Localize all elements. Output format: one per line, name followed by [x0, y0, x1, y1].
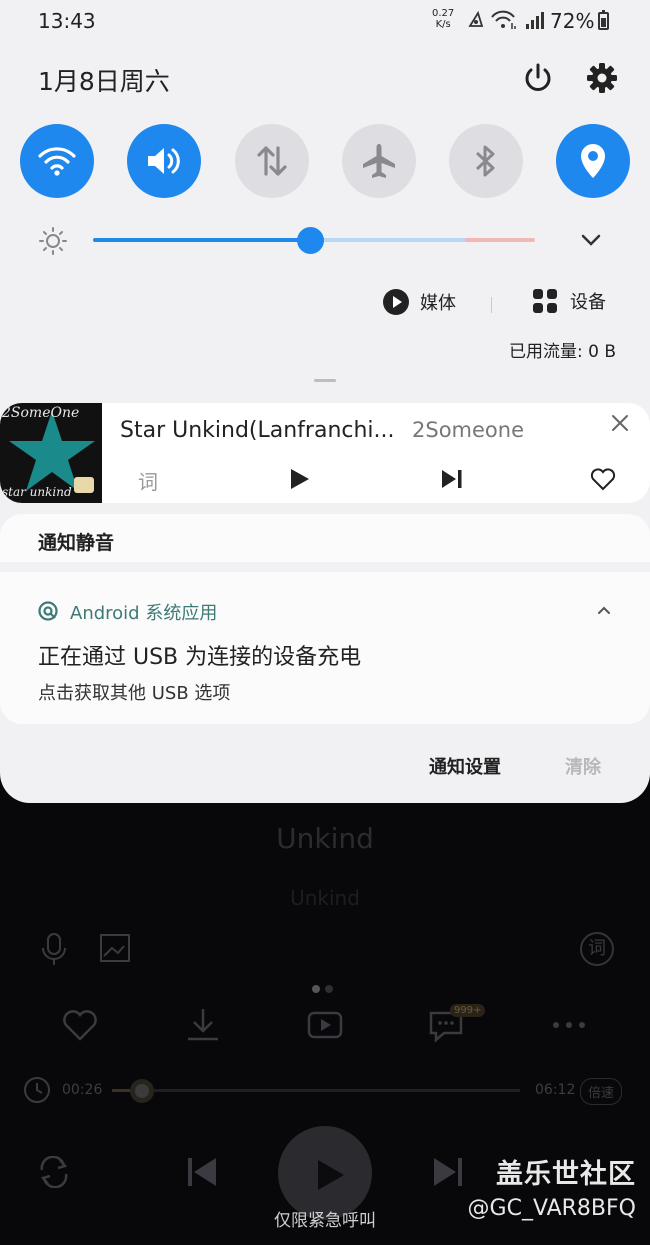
bluetooth-toggle[interactable] — [449, 124, 523, 198]
video-icon[interactable] — [307, 1009, 343, 1041]
devices-grid-icon — [533, 289, 557, 313]
alarm-clock-icon[interactable] — [22, 1074, 52, 1104]
song-title: Star Unkind(Lanfranchi... — [120, 418, 395, 443]
comment-count-badge: 999+ — [450, 1004, 486, 1017]
play-circle-icon — [383, 289, 409, 315]
silent-label: 通知静音 — [38, 532, 115, 554]
gear-icon[interactable] — [586, 62, 618, 94]
watermark-user: @GC_VAR8BFQ — [467, 1196, 636, 1221]
bg-action-row — [0, 1005, 650, 1049]
album-text-top: 2SomeOne — [2, 405, 80, 421]
network-speed: 0.27 K/s — [432, 8, 454, 30]
location-pin-icon — [581, 144, 605, 178]
bg-tool-row: 词 — [0, 930, 650, 970]
bg-lyrics-button[interactable]: 词 — [580, 932, 614, 966]
chevron-down-icon[interactable] — [581, 234, 601, 247]
brightness-high-zone — [465, 238, 535, 242]
brightness-knob[interactable] — [297, 227, 324, 254]
status-time: 13:43 — [38, 9, 96, 33]
airplane-toggle[interactable] — [342, 124, 416, 198]
notification-title: 正在通过 USB 为连接的设备充电 — [38, 645, 362, 670]
more-icon[interactable] — [552, 1021, 586, 1029]
android-system-icon — [38, 601, 58, 621]
notification-subtitle: 点击获取其他 USB 选项 — [38, 683, 231, 704]
album-text-bottom: star unkind — [2, 485, 72, 499]
data-usage-text: 已用流量: 0 B — [508, 342, 616, 362]
lyrics-button[interactable]: 词 — [138, 466, 158, 495]
heart-icon[interactable] — [62, 1009, 98, 1041]
sun-icon — [39, 227, 67, 255]
wifi-status-icon — [491, 10, 516, 29]
devices-label: 设备 — [570, 292, 606, 313]
repeat-icon[interactable] — [36, 1156, 72, 1188]
sound-toggle[interactable] — [127, 124, 201, 198]
airplane-icon — [363, 144, 395, 178]
status-icons — [468, 10, 544, 29]
brightness-row — [0, 222, 650, 258]
usb-notification[interactable]: Android 系统应用 正在通过 USB 为连接的设备充电 点击获取其他 US… — [0, 572, 650, 724]
total-duration: 06:12 — [535, 1082, 576, 1098]
volume-icon — [148, 148, 180, 174]
media-button[interactable]: 媒体 — [382, 288, 456, 316]
favorite-heart-icon[interactable] — [590, 468, 616, 491]
location-toggle[interactable] — [556, 124, 630, 198]
divider — [491, 297, 492, 313]
clear-button[interactable]: 清除 — [565, 753, 601, 779]
cover-image-icon[interactable] — [100, 934, 130, 962]
data-arrows-icon — [257, 146, 287, 176]
watermark-brand: 盖乐世社区 — [496, 1159, 636, 1190]
elapsed-time: 00:26 — [62, 1082, 103, 1098]
network-speed-value: 0.27 — [432, 8, 455, 19]
quick-settings-row — [0, 124, 650, 198]
brightness-fill — [93, 238, 310, 242]
battery-icon — [598, 10, 609, 30]
mobile-data-toggle[interactable] — [235, 124, 309, 198]
recycle-icon — [468, 10, 484, 27]
battery-percent: 72% — [550, 9, 595, 33]
wifi-toggle[interactable] — [20, 124, 94, 198]
devices-button[interactable]: 设备 — [532, 288, 606, 314]
song-artist: 2Someone — [412, 418, 524, 442]
next-icon[interactable] — [430, 1154, 466, 1190]
mic-icon[interactable] — [40, 932, 68, 966]
bg-artist-name: Unkind — [290, 886, 360, 910]
previous-icon[interactable] — [184, 1154, 220, 1190]
bg-play-icon — [318, 1160, 344, 1190]
signal-icon — [526, 12, 544, 29]
notification-app-name: Android 系统应用 — [70, 603, 218, 624]
status-bar: 13:43 0.27 K/s 72% — [0, 0, 650, 42]
next-track-icon[interactable] — [440, 467, 464, 491]
power-icon[interactable] — [522, 62, 554, 94]
page-indicator — [312, 978, 338, 997]
chevron-up-icon[interactable] — [597, 605, 611, 615]
network-speed-unit: K/s — [435, 19, 451, 30]
download-icon[interactable] — [186, 1007, 220, 1041]
bg-song-title: Unkind — [276, 822, 374, 855]
play-icon[interactable] — [289, 467, 311, 491]
progress-track[interactable] — [112, 1089, 520, 1092]
media-output-row: 媒体 设备 — [0, 288, 650, 322]
speed-button[interactable]: 倍速 — [580, 1078, 623, 1105]
music-notification[interactable]: 2SomeOne star unkind Star Unkind(Lanfran… — [0, 403, 650, 503]
wifi-icon — [38, 147, 76, 176]
album-sticker — [74, 477, 94, 493]
date-label: 1月8日周六 — [38, 67, 170, 96]
bluetooth-icon — [475, 145, 495, 177]
progress-knob[interactable] — [130, 1079, 154, 1103]
silent-notifications-header: 通知静音 — [0, 514, 650, 562]
album-art: 2SomeOne star unkind — [0, 403, 102, 503]
media-label: 媒体 — [420, 293, 456, 314]
close-icon[interactable] — [610, 413, 630, 433]
bg-progress-row: 00:26 06:12 倍速 — [0, 1074, 650, 1108]
notification-settings-button[interactable]: 通知设置 — [429, 753, 501, 779]
drag-handle[interactable] — [314, 379, 336, 382]
